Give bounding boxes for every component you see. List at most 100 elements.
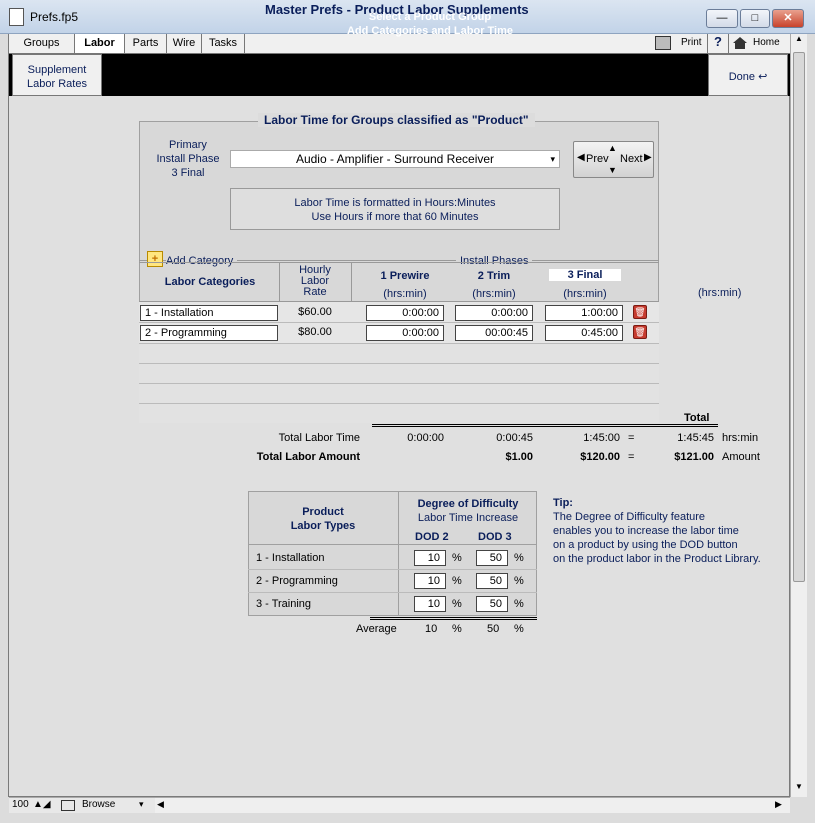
- tab-groups[interactable]: Groups: [9, 34, 75, 53]
- header-line1: Select a Product Group: [368, 11, 492, 23]
- help-button[interactable]: ?: [707, 34, 729, 53]
- final-time-field[interactable]: 0:45:00: [545, 325, 623, 341]
- trim-time-field[interactable]: 00:00:45: [455, 325, 533, 341]
- side-unit: (hrs:min): [698, 287, 742, 299]
- equals-sign: =: [628, 432, 635, 444]
- layout-icon[interactable]: [61, 800, 75, 811]
- zoom-icon[interactable]: ▲◢: [33, 799, 51, 810]
- up-arrow-icon[interactable]: ▲: [608, 143, 617, 153]
- average-dod3: 50: [487, 623, 500, 635]
- scroll-thumb[interactable]: [793, 52, 805, 582]
- tip-line3: on a product by using the DOD button: [553, 539, 738, 551]
- dod3-field[interactable]: 50: [476, 550, 508, 566]
- window-title: Prefs.fp5: [30, 10, 79, 24]
- info-line2: Use Hours if more that 60 Minutes: [311, 211, 479, 223]
- tab-tasks[interactable]: Tasks: [202, 34, 245, 53]
- empty-row: [139, 384, 659, 404]
- home-icon[interactable]: [733, 37, 747, 49]
- pct-sign: %: [452, 575, 462, 587]
- unit-trim: (hrs:min): [472, 288, 516, 300]
- dod2-header: DOD 2: [415, 531, 449, 543]
- panel-title: Labor Time for Groups classified as "Pro…: [258, 113, 535, 127]
- supplement-label-line1: Supplement: [27, 64, 87, 76]
- total-time-prewire: 0:00:00: [407, 432, 444, 444]
- home-link[interactable]: Home: [753, 37, 780, 48]
- scroll-up-icon[interactable]: ▲: [791, 34, 807, 48]
- amount-unit-label: Amount: [722, 451, 760, 463]
- prev-button[interactable]: Prev: [586, 153, 609, 165]
- phase-line3: 3 Final: [171, 167, 205, 179]
- average-rule: [370, 617, 537, 620]
- col-hourly-rate: Hourly Labor Rate: [283, 265, 347, 298]
- average-label: Average: [356, 623, 397, 635]
- supplement-labor-rates-button[interactable]: Supplement Labor Rates: [12, 54, 102, 96]
- maximize-button[interactable]: □: [740, 9, 770, 28]
- category-name-field[interactable]: 2 - Programming: [140, 325, 278, 341]
- horizontal-scrollbar[interactable]: ◀ ▶: [155, 797, 790, 813]
- phase-line1: Primary: [169, 139, 207, 151]
- dod-row-line: [248, 592, 537, 593]
- total-time-trim: 0:00:45: [496, 432, 533, 444]
- next-button[interactable]: Next: [620, 153, 643, 165]
- time-unit-label: hrs:min: [722, 432, 759, 444]
- mode-select[interactable]: Browse: [82, 799, 115, 810]
- prev-next-control: ◀ Prev ▲ ▼ Next ▶: [573, 141, 654, 178]
- tip-line4: on the product labor in the Product Libr…: [553, 553, 761, 565]
- minimize-button[interactable]: —: [706, 9, 738, 28]
- dod2-field[interactable]: 10: [414, 550, 446, 566]
- print-link[interactable]: Print: [681, 37, 702, 48]
- prewire-time-field[interactable]: 0:00:00: [366, 325, 444, 341]
- unit-prewire: (hrs:min): [383, 288, 427, 300]
- chevron-down-icon: ▾: [550, 154, 555, 164]
- product-types-line1: Product: [302, 506, 344, 518]
- dod2-field[interactable]: 10: [414, 573, 446, 589]
- empty-row: [139, 404, 659, 423]
- total-amount-final: $120.00: [580, 451, 620, 463]
- empty-row: [139, 344, 659, 364]
- close-button[interactable]: ✕: [772, 9, 804, 28]
- trim-time-field[interactable]: 0:00:00: [455, 305, 533, 321]
- prewire-time-field[interactable]: 0:00:00: [366, 305, 444, 321]
- down-arrow-icon[interactable]: ▼: [608, 165, 617, 175]
- total-header: Total: [684, 412, 710, 424]
- pct-sign: %: [452, 552, 462, 564]
- mode-chevron-icon[interactable]: ▾: [139, 799, 144, 810]
- equals-sign: =: [628, 451, 635, 463]
- dod-row-name: 3 - Training: [256, 598, 312, 610]
- scroll-down-icon[interactable]: ▼: [791, 782, 807, 796]
- average-dod2: 10: [425, 623, 438, 635]
- tab-labor[interactable]: Labor: [75, 34, 125, 53]
- totals-rule: [372, 424, 718, 427]
- scroll-left-icon[interactable]: ◀: [157, 799, 164, 810]
- category-name-field[interactable]: 1 - Installation: [140, 305, 278, 321]
- difficulty-line1: Degree of Difficulty: [417, 498, 519, 510]
- dod2-field[interactable]: 10: [414, 596, 446, 612]
- trash-icon[interactable]: 🗑: [633, 305, 647, 319]
- total-labor-time-label: Total Labor Time: [278, 432, 360, 444]
- trash-icon[interactable]: 🗑: [633, 325, 647, 339]
- hourly-rate-value: $60.00: [298, 306, 332, 318]
- col-sep-1: [279, 262, 280, 302]
- done-button[interactable]: Done ↩: [708, 54, 788, 96]
- pct-sign: %: [514, 598, 524, 610]
- next-arrow-icon[interactable]: ▶: [644, 152, 652, 163]
- dod-col-product-types: Product Labor Types: [250, 505, 396, 533]
- dod-header-line: [248, 544, 537, 545]
- tab-wire[interactable]: Wire: [167, 34, 202, 53]
- dod-row-name: 1 - Installation: [256, 552, 325, 564]
- final-time-field[interactable]: 1:00:00: [545, 305, 623, 321]
- status-bar: 100 ▲◢ Browse ▾: [9, 797, 155, 813]
- dod3-field[interactable]: 50: [476, 573, 508, 589]
- tab-parts[interactable]: Parts: [125, 34, 167, 53]
- vertical-scrollbar[interactable]: ▲ ▼: [790, 34, 807, 797]
- scroll-right-icon[interactable]: ▶: [775, 799, 782, 810]
- dod3-field[interactable]: 50: [476, 596, 508, 612]
- tip-line1: The Degree of Difficulty feature: [553, 511, 706, 523]
- prev-arrow-icon[interactable]: ◀: [577, 152, 585, 163]
- zoom-level[interactable]: 100: [12, 799, 29, 810]
- product-group-value: Audio - Amplifier - Surround Receiver: [295, 152, 495, 166]
- dod-col-sep: [398, 491, 399, 616]
- col-phase-final: 3 Final: [549, 269, 621, 281]
- product-group-select[interactable]: Audio - Amplifier - Surround Receiver ▾: [230, 150, 560, 168]
- printer-icon[interactable]: [655, 36, 671, 50]
